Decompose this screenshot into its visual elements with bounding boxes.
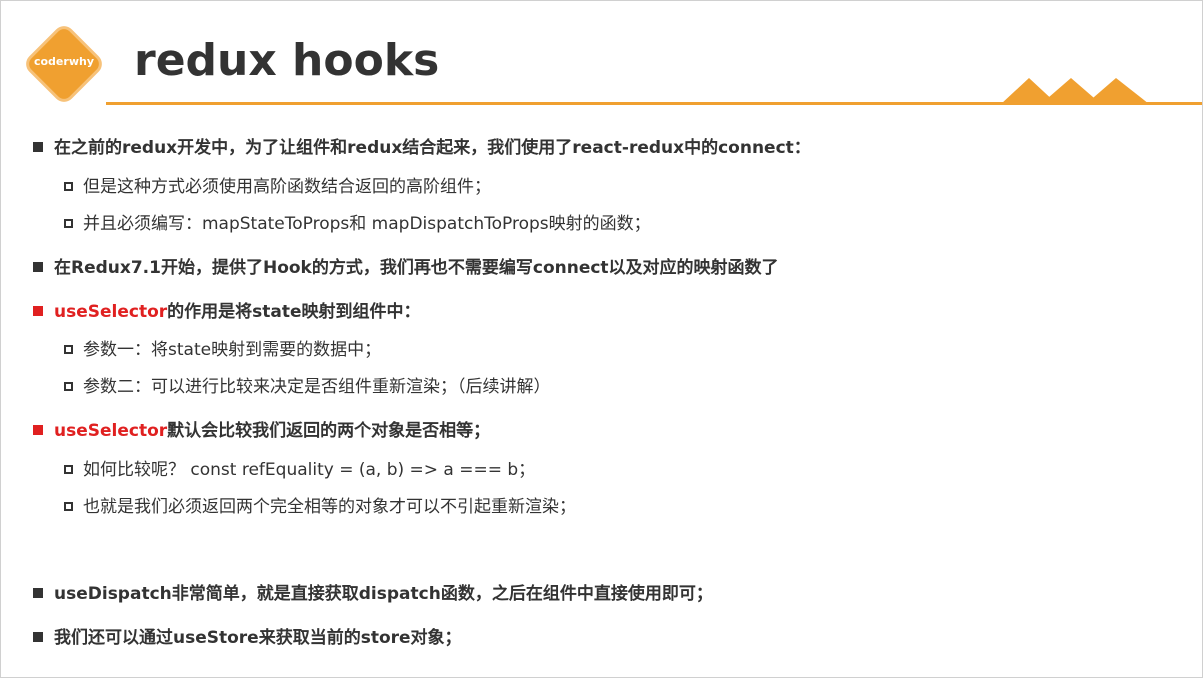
useselector-keyword: useSelector xyxy=(54,302,168,322)
bullet-text: useDispatch非常简单，就是直接获取dispatch函数，之后在组件中直… xyxy=(54,584,713,604)
bullet-text: 在之前的redux开发中，为了让组件和redux结合起来，我们使用了react-… xyxy=(54,138,811,158)
bullet-useselector-purpose: useSelector的作用是将state映射到组件中： xyxy=(33,300,421,324)
square-bullet-icon xyxy=(33,632,43,642)
square-bullet-icon xyxy=(33,588,43,598)
header-divider xyxy=(106,102,1202,105)
sub-bullet-param-two: 参数二：可以进行比较来决定是否组件重新渲染；（后续讲解） xyxy=(64,375,551,399)
bullet-text: 在Redux7.1开始，提供了Hook的方式，我们再也不需要编写connect以… xyxy=(54,258,779,278)
hollow-square-bullet-icon xyxy=(64,465,73,474)
sub-bullet-equal-objects: 也就是我们必须返回两个完全相等的对象才可以不引起重新渲染； xyxy=(64,495,576,519)
bullet-text: 的作用是将state映射到组件中： xyxy=(167,302,421,322)
bullet-useselector-compare: useSelector默认会比较我们返回的两个对象是否相等； xyxy=(33,419,490,443)
bullet-text: 默认会比较我们返回的两个对象是否相等； xyxy=(167,421,491,441)
square-bullet-icon xyxy=(33,262,43,272)
square-bullet-icon xyxy=(33,142,43,152)
mountain-decoration-icon xyxy=(1001,78,1149,104)
hollow-square-bullet-icon xyxy=(64,219,73,228)
slide-title: redux hooks xyxy=(134,35,440,86)
sub-bullet-map-functions: 并且必须编写：mapStateToProps和 mapDispatchToPro… xyxy=(64,212,651,236)
red-square-bullet-icon xyxy=(33,306,43,316)
bullet-usedispatch: useDispatch非常简单，就是直接获取dispatch函数，之后在组件中直… xyxy=(33,582,713,606)
slide: coderwhy redux hooks 在之前的redux开发中，为了让组件和… xyxy=(0,0,1203,678)
bullet-text: 我们还可以通过useStore来获取当前的store对象； xyxy=(54,628,462,648)
hollow-square-bullet-icon xyxy=(64,182,73,191)
bullet-text: 也就是我们必须返回两个完全相等的对象才可以不引起重新渲染； xyxy=(83,497,576,517)
hollow-square-bullet-icon xyxy=(64,345,73,354)
bullet-text: 参数一：将state映射到需要的数据中； xyxy=(83,340,382,360)
sub-bullet-hoc: 但是这种方式必须使用高阶函数结合返回的高阶组件； xyxy=(64,175,491,199)
hollow-square-bullet-icon xyxy=(64,502,73,511)
useselector-keyword: useSelector xyxy=(54,421,168,441)
red-square-bullet-icon xyxy=(33,425,43,435)
sub-bullet-ref-equality: 如何比较呢？ const refEquality = (a, b) => a =… xyxy=(64,458,535,482)
bullet-usestore: 我们还可以通过useStore来获取当前的store对象； xyxy=(33,626,462,650)
bullet-redux-71-hooks: 在Redux7.1开始，提供了Hook的方式，我们再也不需要编写connect以… xyxy=(33,256,779,280)
coderwhy-logo: coderwhy xyxy=(25,25,103,103)
bullet-text: 如何比较呢？ const refEquality = (a, b) => a =… xyxy=(83,460,536,480)
sub-bullet-param-one: 参数一：将state映射到需要的数据中； xyxy=(64,338,381,362)
bullet-text: 并且必须编写：mapStateToProps和 mapDispatchToPro… xyxy=(83,214,651,234)
logo-text: coderwhy xyxy=(33,55,94,68)
bullet-connect-intro: 在之前的redux开发中，为了让组件和redux结合起来，我们使用了react-… xyxy=(33,136,811,160)
bullet-text: 但是这种方式必须使用高阶函数结合返回的高阶组件； xyxy=(83,177,491,197)
bullet-text: 参数二：可以进行比较来决定是否组件重新渲染；（后续讲解） xyxy=(83,377,551,397)
hollow-square-bullet-icon xyxy=(64,382,73,391)
